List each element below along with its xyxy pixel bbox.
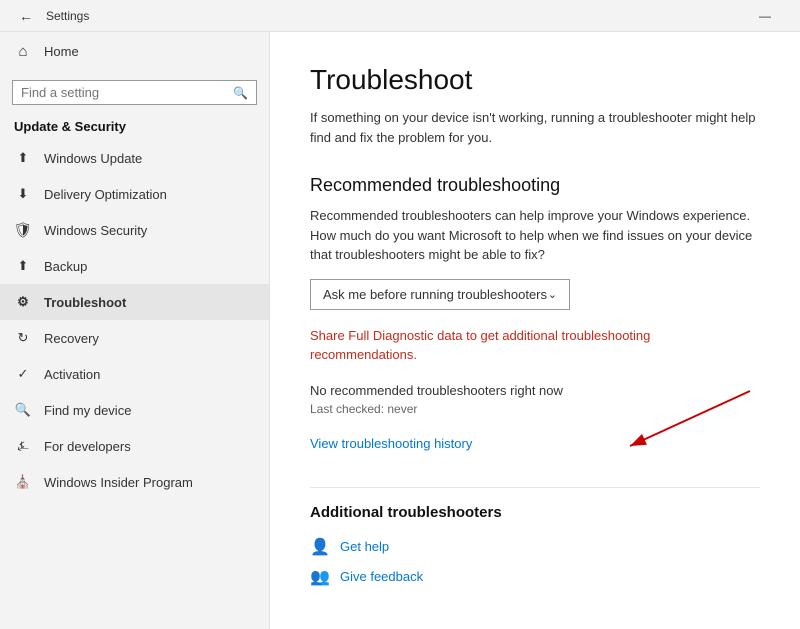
red-arrow-annotation bbox=[570, 386, 770, 466]
search-box[interactable]: 🔍 bbox=[12, 80, 257, 105]
sidebar-item-troubleshoot[interactable]: ⚙ Troubleshoot bbox=[0, 284, 269, 320]
titlebar-title: Settings bbox=[46, 9, 89, 23]
give-feedback-icon: 👥 bbox=[310, 567, 330, 587]
windows-update-icon: ⬆ bbox=[14, 149, 32, 167]
page-title: Troubleshoot bbox=[310, 64, 760, 96]
last-checked-text: Last checked: never bbox=[310, 402, 760, 416]
content-area: Troubleshoot If something on your device… bbox=[270, 32, 800, 629]
search-icon: 🔍 bbox=[233, 86, 248, 100]
get-help-item[interactable]: 👤 Get help bbox=[310, 537, 760, 557]
sidebar-item-activation[interactable]: ✓ Activation bbox=[0, 356, 269, 392]
give-feedback-item[interactable]: 👥 Give feedback bbox=[310, 567, 760, 587]
sidebar: ⌂ Home 🔍 Update & Security ⬆ Windows Upd… bbox=[0, 32, 270, 629]
sidebar-item-label: Backup bbox=[44, 259, 87, 274]
diagnostic-link[interactable]: Share Full Diagnostic data to get additi… bbox=[310, 326, 760, 365]
sidebar-item-windows-update[interactable]: ⬆ Windows Update bbox=[0, 140, 269, 176]
back-button[interactable]: ← bbox=[12, 2, 40, 30]
main-layout: ⌂ Home 🔍 Update & Security ⬆ Windows Upd… bbox=[0, 32, 800, 629]
insider-icon: ⛪ bbox=[14, 473, 32, 491]
dropdown-label: Ask me before running troubleshooters bbox=[323, 287, 547, 302]
get-help-icon: 👤 bbox=[310, 537, 330, 557]
shield-icon: 🛡 bbox=[14, 221, 32, 239]
sidebar-item-label: For developers bbox=[44, 439, 131, 454]
home-label: Home bbox=[44, 44, 79, 59]
minimize-button[interactable]: — bbox=[742, 0, 788, 32]
sidebar-item-for-developers[interactable]: ⍼ For developers bbox=[0, 428, 269, 464]
page-description: If something on your device isn't workin… bbox=[310, 108, 760, 147]
sidebar-item-label: Troubleshoot bbox=[44, 295, 126, 310]
troubleshoot-dropdown[interactable]: Ask me before running troubleshooters ⌄ bbox=[310, 279, 570, 310]
recovery-icon: ↻ bbox=[14, 329, 32, 347]
home-icon: ⌂ bbox=[14, 42, 32, 60]
sidebar-item-home[interactable]: ⌂ Home bbox=[0, 32, 269, 70]
sidebar-item-delivery-optimization[interactable]: ⬇ Delivery Optimization bbox=[0, 176, 269, 212]
recommended-section-title: Recommended troubleshooting bbox=[310, 175, 760, 196]
get-help-label[interactable]: Get help bbox=[340, 539, 389, 554]
activation-icon: ✓ bbox=[14, 365, 32, 383]
sidebar-item-backup[interactable]: ⬆ Backup bbox=[0, 248, 269, 284]
sidebar-item-find-my-device[interactable]: 🔍 Find my device bbox=[0, 392, 269, 428]
sidebar-item-label: Delivery Optimization bbox=[44, 187, 167, 202]
sidebar-item-label: Find my device bbox=[44, 403, 131, 418]
give-feedback-label[interactable]: Give feedback bbox=[340, 569, 423, 584]
status-text: No recommended troubleshooters right now bbox=[310, 383, 760, 398]
sidebar-item-windows-security[interactable]: 🛡 Windows Security bbox=[0, 212, 269, 248]
additional-section-title: Additional troubleshooters bbox=[310, 504, 760, 521]
recommended-description: Recommended troubleshooters can help imp… bbox=[310, 206, 760, 265]
sidebar-item-label: Recovery bbox=[44, 331, 99, 346]
sidebar-item-windows-insider[interactable]: ⛪ Windows Insider Program bbox=[0, 464, 269, 500]
find-device-icon: 🔍 bbox=[14, 401, 32, 419]
sidebar-item-recovery[interactable]: ↻ Recovery bbox=[0, 320, 269, 356]
sidebar-item-label: Windows Security bbox=[44, 223, 147, 238]
chevron-down-icon: ⌄ bbox=[548, 288, 557, 301]
section-title: Update & Security bbox=[0, 113, 269, 140]
search-input[interactable] bbox=[21, 85, 233, 100]
titlebar: ← Settings — bbox=[0, 0, 800, 32]
sidebar-item-label: Windows Update bbox=[44, 151, 142, 166]
delivery-optimization-icon: ⬇ bbox=[14, 185, 32, 203]
divider bbox=[310, 487, 760, 488]
sidebar-item-label: Windows Insider Program bbox=[44, 475, 193, 490]
developers-icon: ⍼ bbox=[14, 437, 32, 455]
history-link[interactable]: View troubleshooting history bbox=[310, 436, 472, 451]
sidebar-item-label: Activation bbox=[44, 367, 100, 382]
troubleshoot-icon: ⚙ bbox=[14, 293, 32, 311]
backup-icon: ⬆ bbox=[14, 257, 32, 275]
